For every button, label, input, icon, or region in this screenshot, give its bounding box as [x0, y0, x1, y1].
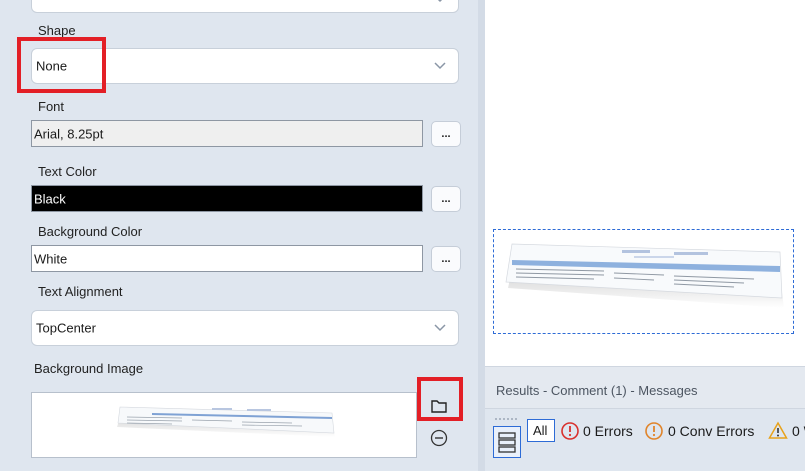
text-color-browse-button[interactable]: ... — [431, 186, 461, 212]
previous-dropdown[interactable] — [31, 0, 459, 13]
filter-warnings-button[interactable]: 0 W — [768, 419, 805, 442]
grip-dots-icon — [495, 418, 517, 420]
results-title: Results - Comment (1) - Messages — [496, 383, 698, 398]
text-alignment-value: TopCenter — [36, 320, 96, 336]
error-circle-icon — [561, 422, 579, 440]
filter-conv-errors-button[interactable]: 0 Conv Errors — [644, 419, 762, 442]
clear-image-button[interactable] — [429, 428, 449, 448]
background-color-browse-button[interactable]: ... — [431, 246, 461, 272]
font-browse-button[interactable]: ... — [431, 121, 461, 147]
text-alignment-dropdown[interactable]: TopCenter — [31, 310, 459, 346]
font-value: Arial, 8.25pt — [34, 126, 104, 141]
background-image-label: Background Image — [34, 361, 144, 376]
panel-splitter[interactable] — [478, 0, 485, 471]
font-label: Font — [38, 99, 65, 114]
shape-label: Shape — [38, 23, 76, 38]
error-circle-icon — [645, 422, 663, 440]
background-image-preview[interactable] — [31, 392, 417, 458]
text-color-field: Black — [31, 185, 423, 212]
text-color-label: Text Color — [38, 164, 97, 179]
warning-triangle-icon — [768, 421, 788, 439]
layout-toggle-button[interactable] — [493, 426, 521, 458]
background-color-label: Background Color — [38, 224, 143, 239]
background-color-field: White — [31, 245, 423, 272]
font-field: Arial, 8.25pt — [31, 120, 423, 147]
report-thumbnail-image — [505, 243, 784, 308]
results-panel: Results - Comment (1) - Messages All 0 E… — [485, 366, 805, 471]
report-thumbnail-image — [117, 406, 335, 437]
text-color-value: Black — [34, 191, 66, 206]
properties-panel: Shape None Font Arial, 8.25pt ... Text C… — [0, 0, 478, 471]
background-color-value: White — [34, 251, 68, 266]
filter-errors-button[interactable]: 0 Errors — [560, 419, 640, 442]
results-title-bar: Results - Comment (1) - Messages — [485, 366, 805, 409]
comment-preview[interactable] — [493, 229, 794, 334]
chevron-down-icon — [434, 62, 446, 70]
highlight-box-browse-image — [417, 377, 463, 421]
remove-circle-icon — [430, 429, 448, 447]
highlight-box-shape — [17, 37, 106, 93]
chevron-down-icon — [437, 0, 443, 3]
text-alignment-label: Text Alignment — [38, 284, 123, 299]
results-toolbar-grip[interactable] — [489, 416, 523, 462]
canvas-area — [485, 0, 805, 366]
filter-all-button[interactable]: All — [527, 419, 555, 442]
list-layout-icon — [498, 432, 516, 453]
chevron-down-icon — [434, 324, 446, 332]
